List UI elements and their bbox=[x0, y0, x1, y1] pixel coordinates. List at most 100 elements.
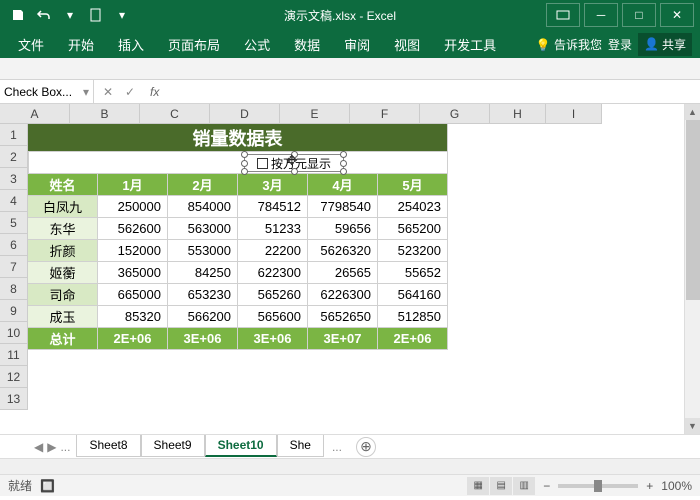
resize-handle-icon[interactable] bbox=[340, 160, 347, 167]
resize-handle-icon[interactable] bbox=[340, 151, 347, 158]
close-icon[interactable]: ✕ bbox=[660, 3, 694, 27]
row-header-3[interactable]: 3 bbox=[0, 168, 28, 190]
data-cell-2-0[interactable]: 152000 bbox=[98, 240, 168, 262]
data-cell-3-2[interactable]: 622300 bbox=[238, 262, 308, 284]
zoom-in-button[interactable]: + bbox=[646, 479, 653, 493]
tab-developer[interactable]: 开发工具 bbox=[434, 31, 506, 58]
fx-icon[interactable]: fx bbox=[144, 85, 165, 99]
header-3[interactable]: 3月 bbox=[238, 174, 308, 196]
col-header-F[interactable]: F bbox=[350, 104, 420, 124]
row-header-11[interactable]: 11 bbox=[0, 344, 28, 366]
name-cell-1[interactable]: 东华 bbox=[28, 218, 98, 240]
save-icon[interactable] bbox=[6, 3, 30, 27]
row-header-10[interactable]: 10 bbox=[0, 322, 28, 344]
data-cell-4-2[interactable]: 565260 bbox=[238, 284, 308, 306]
data-cell-0-0[interactable]: 250000 bbox=[98, 196, 168, 218]
qat-dropdown2-icon[interactable]: ▾ bbox=[110, 3, 134, 27]
title-cell[interactable]: 销量数据表 bbox=[28, 124, 448, 152]
col-header-I[interactable]: I bbox=[546, 104, 602, 124]
row-header-6[interactable]: 6 bbox=[0, 234, 28, 256]
data-cell-2-3[interactable]: 5626320 bbox=[308, 240, 378, 262]
data-cell-5-3[interactable]: 5652650 bbox=[308, 306, 378, 328]
header-4[interactable]: 4月 bbox=[308, 174, 378, 196]
data-cell-0-2[interactable]: 784512 bbox=[238, 196, 308, 218]
col-header-C[interactable]: C bbox=[140, 104, 210, 124]
sheet-tab-Sheet10[interactable]: Sheet10 bbox=[205, 435, 277, 457]
namebox-dropdown-icon[interactable]: ▾ bbox=[83, 85, 89, 99]
tab-pagelayout[interactable]: 页面布局 bbox=[158, 31, 230, 58]
data-cell-4-3[interactable]: 6226300 bbox=[308, 284, 378, 306]
row-header-12[interactable]: 12 bbox=[0, 366, 28, 388]
row-header-8[interactable]: 8 bbox=[0, 278, 28, 300]
checkbox-box[interactable] bbox=[257, 158, 268, 169]
tab-data[interactable]: 数据 bbox=[284, 31, 330, 58]
horizontal-scrollbar[interactable] bbox=[0, 458, 700, 474]
scroll-up-icon[interactable]: ▲ bbox=[685, 104, 700, 120]
name-cell-4[interactable]: 司命 bbox=[28, 284, 98, 306]
resize-handle-icon[interactable] bbox=[241, 160, 248, 167]
col-header-B[interactable]: B bbox=[70, 104, 140, 124]
total-3[interactable]: 3E+07 bbox=[308, 328, 378, 350]
data-cell-3-4[interactable]: 55652 bbox=[378, 262, 448, 284]
name-cell-3[interactable]: 姬蘅 bbox=[28, 262, 98, 284]
data-cell-1-2[interactable]: 51233 bbox=[238, 218, 308, 240]
header-1[interactable]: 1月 bbox=[98, 174, 168, 196]
col-header-H[interactable]: H bbox=[490, 104, 546, 124]
col-header-D[interactable]: D bbox=[210, 104, 280, 124]
view-pagebreak-icon[interactable]: ▥ bbox=[513, 477, 535, 495]
row-header-4[interactable]: 4 bbox=[0, 190, 28, 212]
row-header-1[interactable]: 1 bbox=[0, 124, 28, 146]
data-cell-3-0[interactable]: 365000 bbox=[98, 262, 168, 284]
header-2[interactable]: 2月 bbox=[168, 174, 238, 196]
share-button[interactable]: 👤共享 bbox=[638, 33, 692, 56]
tab-formulas[interactable]: 公式 bbox=[234, 31, 280, 58]
data-cell-3-3[interactable]: 26565 bbox=[308, 262, 378, 284]
scroll-down-icon[interactable]: ▼ bbox=[685, 418, 700, 434]
data-cell-1-3[interactable]: 59656 bbox=[308, 218, 378, 240]
header-5[interactable]: 5月 bbox=[378, 174, 448, 196]
minimize-icon[interactable]: ─ bbox=[584, 3, 618, 27]
row-header-13[interactable]: 13 bbox=[0, 388, 28, 410]
data-cell-3-1[interactable]: 84250 bbox=[168, 262, 238, 284]
maximize-icon[interactable]: □ bbox=[622, 3, 656, 27]
tab-insert[interactable]: 插入 bbox=[108, 31, 154, 58]
col-header-A[interactable]: A bbox=[0, 104, 70, 124]
data-cell-2-2[interactable]: 22200 bbox=[238, 240, 308, 262]
data-cell-2-4[interactable]: 523200 bbox=[378, 240, 448, 262]
tab-review[interactable]: 审阅 bbox=[334, 31, 380, 58]
formula-bar-input[interactable] bbox=[165, 80, 700, 103]
total-2[interactable]: 3E+06 bbox=[238, 328, 308, 350]
tell-me[interactable]: 💡 告诉我您 bbox=[536, 36, 602, 53]
zoom-level[interactable]: 100% bbox=[661, 479, 692, 493]
sheet-tab-She[interactable]: She bbox=[277, 435, 324, 457]
tab-home[interactable]: 开始 bbox=[58, 31, 104, 58]
total-label[interactable]: 总计 bbox=[28, 328, 98, 350]
resize-handle-icon[interactable] bbox=[291, 168, 298, 175]
cancel-formula-icon[interactable]: ✕ bbox=[98, 85, 118, 99]
data-cell-0-3[interactable]: 7798540 bbox=[308, 196, 378, 218]
sheet-tab-Sheet9[interactable]: Sheet9 bbox=[141, 435, 205, 457]
total-0[interactable]: 2E+06 bbox=[98, 328, 168, 350]
data-cell-4-4[interactable]: 564160 bbox=[378, 284, 448, 306]
blank-row2[interactable] bbox=[28, 152, 448, 174]
resize-handle-icon[interactable] bbox=[241, 151, 248, 158]
name-cell-2[interactable]: 折颜 bbox=[28, 240, 98, 262]
enter-formula-icon[interactable]: ✓ bbox=[120, 85, 140, 99]
view-pagelayout-icon[interactable]: ▤ bbox=[490, 477, 512, 495]
view-normal-icon[interactable]: ▦ bbox=[467, 477, 489, 495]
row-header-2[interactable]: 2 bbox=[0, 146, 28, 168]
sheet-more-icon[interactable]: ... bbox=[324, 440, 350, 454]
new-doc-icon[interactable] bbox=[84, 3, 108, 27]
col-header-G[interactable]: G bbox=[420, 104, 490, 124]
tab-file[interactable]: 文件 bbox=[8, 31, 54, 58]
data-cell-1-0[interactable]: 562600 bbox=[98, 218, 168, 240]
name-cell-0[interactable]: 白凤九 bbox=[28, 196, 98, 218]
undo-icon[interactable] bbox=[32, 3, 56, 27]
data-cell-1-4[interactable]: 565200 bbox=[378, 218, 448, 240]
sheet-tab-Sheet8[interactable]: Sheet8 bbox=[76, 435, 140, 457]
vertical-scrollbar[interactable]: ▲ ▼ bbox=[684, 104, 700, 434]
data-cell-4-1[interactable]: 653230 bbox=[168, 284, 238, 306]
ribbon-options-icon[interactable] bbox=[546, 3, 580, 27]
resize-handle-icon[interactable] bbox=[340, 168, 347, 175]
name-box[interactable]: Check Box...▾ bbox=[0, 80, 94, 103]
